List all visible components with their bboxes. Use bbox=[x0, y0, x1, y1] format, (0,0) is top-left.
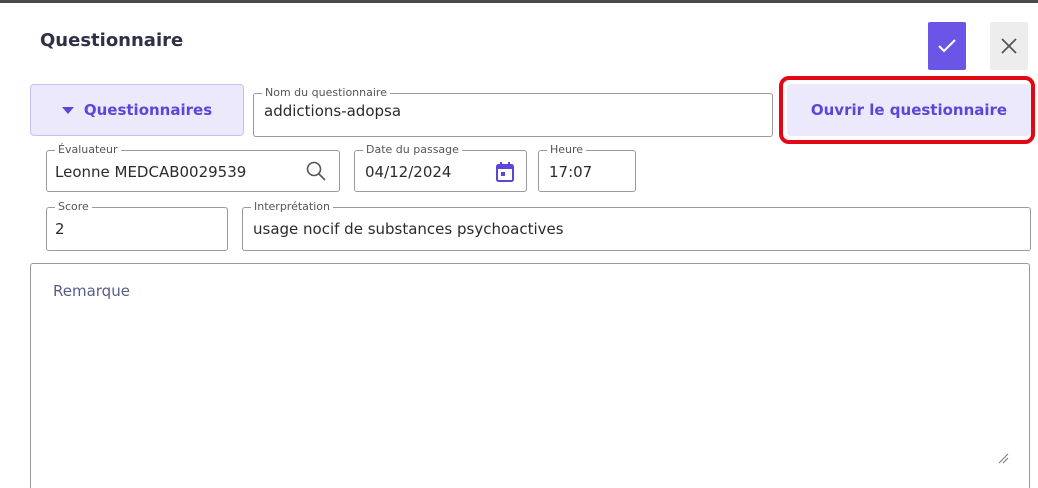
check-icon bbox=[938, 39, 956, 53]
score-value: 2 bbox=[55, 220, 65, 238]
questionnaire-name-value: addictions-adopsa bbox=[264, 102, 402, 120]
evaluator-label: Évaluateur bbox=[55, 143, 121, 157]
caret-down-icon bbox=[61, 106, 74, 114]
questionnaire-name-label: Nom du questionnaire bbox=[262, 86, 390, 100]
confirm-button[interactable] bbox=[928, 22, 966, 70]
evaluator-field[interactable]: Évaluateur Leonne MEDCAB0029539 bbox=[46, 143, 340, 192]
resize-handle-icon[interactable] bbox=[997, 452, 1009, 464]
time-value: 17:07 bbox=[549, 163, 593, 181]
time-label: Heure bbox=[547, 143, 587, 157]
questionnaires-button-label: Questionnaires bbox=[83, 101, 213, 119]
remarque-textarea[interactable]: Remarque bbox=[30, 263, 1030, 488]
top-border bbox=[0, 0, 1038, 3]
dialog-title: Questionnaire bbox=[40, 30, 184, 51]
interpretation-field[interactable]: Interprétation usage nocif de substances… bbox=[242, 200, 1031, 251]
close-button[interactable] bbox=[990, 22, 1028, 70]
time-field[interactable]: Heure 17:07 bbox=[538, 143, 636, 192]
search-icon[interactable] bbox=[305, 160, 327, 182]
date-label: Date du passage bbox=[363, 143, 462, 157]
remarque-placeholder: Remarque bbox=[53, 282, 130, 300]
questionnaires-dropdown-button[interactable]: Questionnaires bbox=[30, 84, 244, 136]
date-field[interactable]: Date du passage 04/12/2024 bbox=[354, 143, 527, 192]
score-label: Score bbox=[55, 200, 92, 214]
close-icon bbox=[1001, 38, 1017, 54]
evaluator-value: Leonne MEDCAB0029539 bbox=[55, 163, 247, 181]
date-value: 04/12/2024 bbox=[365, 163, 452, 181]
highlight-box bbox=[779, 76, 1035, 144]
interpretation-value: usage nocif de substances psychoactives bbox=[253, 220, 564, 238]
interpretation-label: Interprétation bbox=[251, 200, 333, 214]
questionnaire-name-field[interactable]: Nom du questionnaire addictions-adopsa bbox=[253, 86, 773, 137]
calendar-icon[interactable] bbox=[495, 161, 515, 183]
score-field[interactable]: Score 2 bbox=[46, 200, 228, 251]
